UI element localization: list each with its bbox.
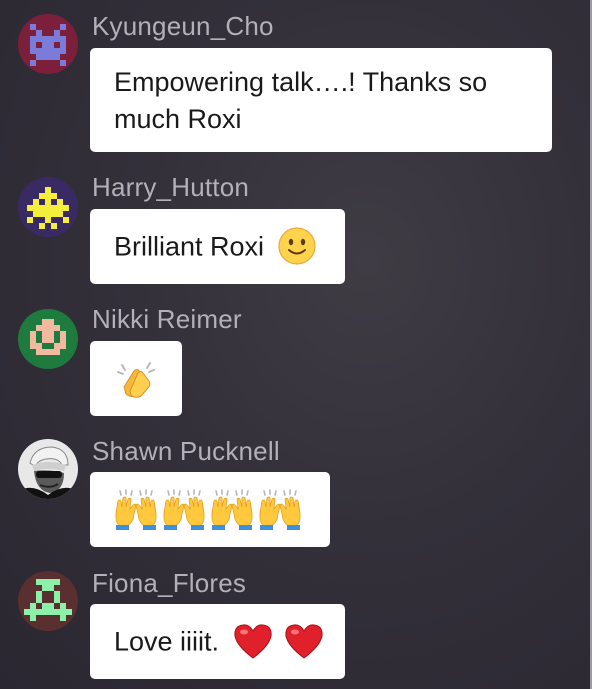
username[interactable]: Shawn Pucknell <box>92 436 280 467</box>
message-text: Love iiiit. <box>114 626 220 657</box>
pixel-face-green-icon <box>18 309 78 369</box>
username[interactable]: Kyungeun_Cho <box>92 11 274 42</box>
raising-hands-emoji <box>160 489 208 536</box>
pixel-alien-green-icon <box>18 571 78 631</box>
avatar[interactable] <box>18 571 78 631</box>
message-text: Empowering talk….! Thanks so much Roxi <box>114 67 488 134</box>
message-bubble: Love iiiit. <box>90 604 345 679</box>
raising-hands-emoji <box>112 489 160 536</box>
red-heart-emoji <box>233 622 273 665</box>
avatar[interactable] <box>18 14 78 74</box>
message-text: Brilliant Roxi <box>114 231 265 262</box>
red-heart-emoji <box>284 622 324 665</box>
username[interactable]: Fiona_Flores <box>92 568 246 599</box>
pixel-invader-yellow-icon <box>18 177 78 237</box>
message-bubble <box>90 472 330 547</box>
raising-hands-emoji-row <box>112 489 304 531</box>
raising-hands-emoji <box>256 489 304 536</box>
message-bubble: Empowering talk….! Thanks so much Roxi <box>90 48 552 152</box>
raising-hands-emoji <box>208 489 256 536</box>
pixel-invader-red-icon <box>18 14 78 74</box>
message-bubble: Brilliant Roxi <box>90 209 345 284</box>
photo-person-bw-icon <box>18 439 78 499</box>
avatar[interactable] <box>18 309 78 369</box>
avatar[interactable] <box>18 177 78 237</box>
avatar[interactable] <box>18 439 78 499</box>
username[interactable]: Harry_Hutton <box>92 172 249 203</box>
slightly-smiling-face-emoji <box>277 227 316 270</box>
clapping-hands-emoji <box>114 359 158 404</box>
message-bubble <box>90 341 182 416</box>
username[interactable]: Nikki Reimer <box>92 304 242 335</box>
